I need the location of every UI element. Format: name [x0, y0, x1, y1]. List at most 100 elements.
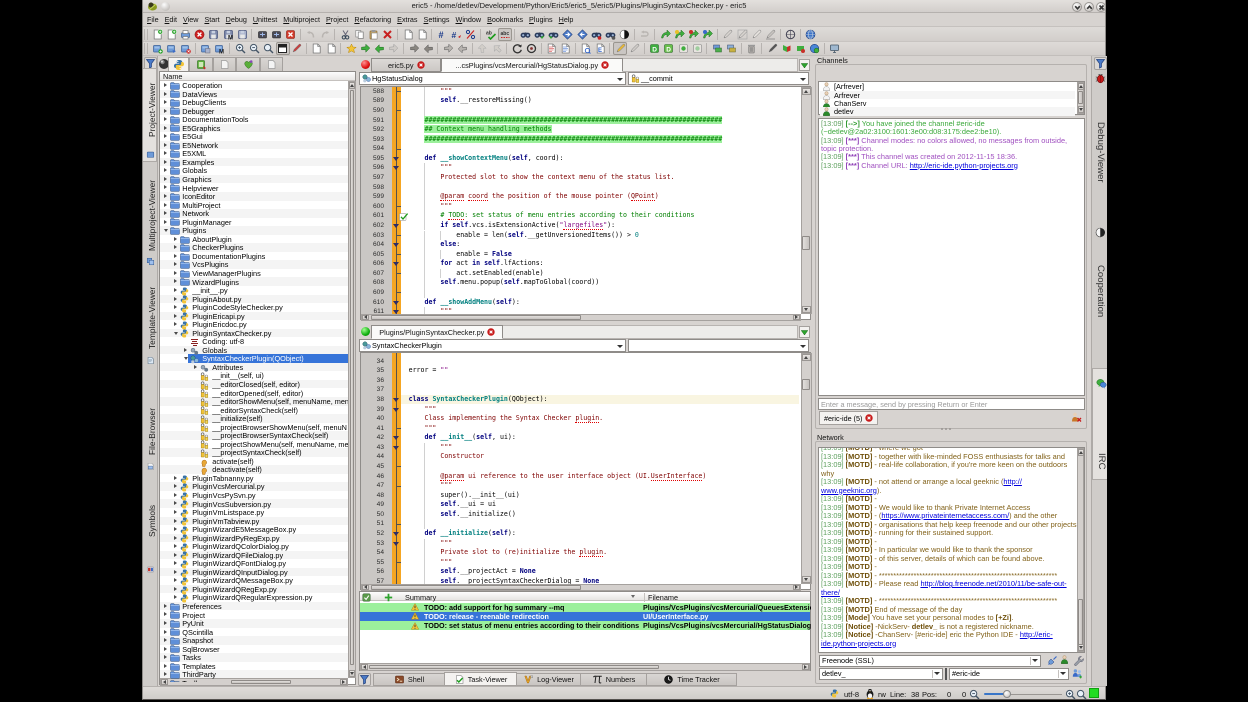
scroll-right-button[interactable] — [802, 664, 809, 670]
toolbar-button-restore-session[interactable] — [638, 28, 652, 41]
toolbar-button-change-next[interactable] — [441, 42, 455, 55]
toolbar-button-cyclops[interactable] — [749, 28, 763, 41]
tree-expand-arrow[interactable] — [164, 194, 167, 198]
toolbar-button-search-open[interactable] — [603, 28, 617, 41]
tree-item[interactable]: E5Gui — [160, 132, 348, 141]
toolbar-button-zoom-in[interactable] — [233, 42, 247, 55]
toolbar-button-api-doc[interactable]: 1">E — [593, 42, 607, 55]
scroll-handle[interactable] — [369, 665, 659, 670]
tree-item[interactable]: PluginEricapi.py — [160, 312, 348, 321]
tool-tab-log-viewer[interactable]: Log-Viewer — [516, 673, 581, 686]
toolbar-button-debug-d2[interactable]: D — [662, 42, 676, 55]
zoom-in-icon[interactable] — [1065, 689, 1075, 699]
tree-item[interactable]: __editorOpened(self, editor) — [160, 388, 348, 397]
scroll-down-button[interactable] — [1078, 106, 1084, 113]
fold-collapse-icon[interactable] — [392, 154, 401, 164]
tree-expand-arrow[interactable] — [164, 203, 167, 207]
tree-item[interactable]: PluginWizardQRegularExpression.py — [160, 593, 348, 602]
editor-vertical-scrollbar[interactable] — [801, 353, 812, 584]
tree-item[interactable]: PluginWizardQColorDialog.py — [160, 542, 348, 551]
toolbar-button-stack2[interactable] — [725, 42, 739, 55]
toolbar-button-whiteboard[interactable] — [276, 42, 290, 55]
toolbar-button-screen[interactable] — [828, 42, 842, 55]
scroll-left-button[interactable] — [362, 315, 369, 321]
tab-close-icon[interactable] — [601, 61, 609, 69]
project-tab-resources[interactable] — [236, 57, 260, 71]
tree-item[interactable]: SqlBrowser — [160, 645, 348, 654]
title-bar[interactable]: eric5 - /home/detlev/Development/Python/… — [143, 0, 1105, 13]
maximize-button[interactable] — [1084, 2, 1094, 12]
toolbar-button-web-browser[interactable] — [804, 28, 818, 41]
tree-item[interactable]: Globals — [160, 346, 348, 355]
toolbar-button-goto-prev[interactable] — [575, 28, 589, 41]
project-tab-sources[interactable] — [168, 57, 189, 72]
toolbar-button-debug-box1[interactable] — [676, 42, 690, 55]
scroll-up-button[interactable] — [349, 82, 355, 89]
menu-debug[interactable]: Debug — [223, 14, 250, 25]
close-button[interactable] — [1096, 2, 1106, 12]
tree-expand-arrow[interactable] — [164, 117, 167, 121]
tree-collapse-arrow[interactable] — [184, 357, 188, 360]
toolbar-button-compass[interactable] — [784, 28, 798, 41]
status-encoding[interactable]: utf-8 — [844, 690, 859, 699]
zoom-slider-handle[interactable] — [1003, 690, 1011, 698]
scroll-left-button[interactable] — [361, 664, 368, 670]
tree-item[interactable]: IconEditor — [160, 192, 348, 201]
task-row[interactable]: TODO: set status of menu entries accordi… — [360, 621, 810, 630]
menu-multiproject[interactable]: Multiproject — [280, 14, 323, 25]
tree-item[interactable]: Coding: utf-8 — [160, 337, 348, 346]
tree-item[interactable]: __init__.py — [160, 286, 348, 295]
fold-collapse-icon[interactable] — [392, 221, 401, 231]
toolbar-button-web-tools[interactable] — [808, 42, 822, 55]
tree-expand-arrow[interactable] — [164, 160, 167, 164]
scroll-right-button[interactable] — [340, 679, 347, 685]
tree-item[interactable]: activate(self) — [160, 457, 348, 466]
tree-item[interactable]: __projectSyntaxCheck(self) — [160, 448, 348, 457]
tree-item[interactable]: AboutPlugin — [160, 235, 348, 244]
toolbar-button-debug-project[interactable]: 1"> — [701, 28, 715, 41]
network-message-area[interactable]: [13:09] [MOTD] - where we got[13:09] [MO… — [818, 447, 1085, 653]
tab-close-icon[interactable] — [487, 328, 495, 336]
task-row[interactable]: TODO: add support for hg summary --mqPlu… — [360, 603, 810, 612]
menu-settings[interactable]: Settings — [421, 14, 453, 25]
toolbar-button-save-as[interactable]: 1">M — [221, 28, 235, 41]
menu-window[interactable]: Window — [453, 14, 485, 25]
tool-tab-time-tracker[interactable]: Time Tracker — [646, 673, 737, 686]
toolbar-button-project-close[interactable] — [178, 42, 192, 55]
toolbar-button-task-next[interactable] — [387, 42, 401, 55]
tree-expand-arrow[interactable] — [174, 587, 177, 591]
member-combo[interactable]: __commit — [628, 72, 809, 85]
toolbar-button-save[interactable] — [207, 28, 221, 41]
tree-item[interactable]: __initialize(self) — [160, 414, 348, 423]
tree-item[interactable]: Examples — [160, 158, 348, 167]
scroll-up-button[interactable] — [1078, 449, 1084, 456]
toolbar-button-project-save-as[interactable]: 1">M — [213, 42, 227, 55]
sidebar-tab-template-viewer[interactable]: Template-Viewer — [143, 272, 157, 374]
toolbar-button-clear-search[interactable] — [618, 28, 632, 41]
tree-expand-arrow[interactable] — [194, 365, 197, 369]
tree-expand-arrow[interactable] — [164, 604, 167, 608]
leave-channel-button[interactable] — [1071, 412, 1082, 423]
toolbar-button-doc-b[interactable] — [324, 42, 338, 55]
tool-tab-numbers[interactable]: Numbers — [580, 673, 647, 686]
irc-users-list[interactable]: [Arfrever]ArfreverChanServdetlev — [818, 81, 1085, 115]
toolbar-button-change-prev[interactable] — [456, 42, 470, 55]
tree-expand-arrow[interactable] — [164, 672, 167, 676]
tree-expand-arrow[interactable] — [174, 279, 177, 283]
sidebar-tab-project-viewer[interactable]: Project-Viewer — [143, 68, 157, 162]
zoom-out-icon[interactable] — [969, 689, 979, 699]
scroll-down-button[interactable] — [802, 576, 811, 583]
status-writeable[interactable]: rw — [878, 690, 886, 699]
toolbar-button-run-script[interactable] — [658, 28, 672, 41]
toolbar-button-warning-prev[interactable] — [421, 42, 435, 55]
toolbar-button-goto-line[interactable]: # — [435, 28, 449, 41]
toolbar-button-bookmark-next[interactable] — [358, 42, 372, 55]
menu-plugins[interactable]: Plugins — [526, 14, 556, 25]
connect-button[interactable] — [1047, 655, 1058, 666]
channel-combo[interactable]: #eric-ide — [949, 668, 1069, 680]
scroll-handle[interactable] — [371, 315, 581, 320]
toolbar-button-replace-doc[interactable] — [415, 28, 429, 41]
fold-collapse-icon[interactable] — [392, 443, 401, 453]
class-combo[interactable]: SyntaxCheckerPlugin — [359, 339, 626, 352]
tree-item[interactable]: Helpviewer — [160, 183, 348, 192]
